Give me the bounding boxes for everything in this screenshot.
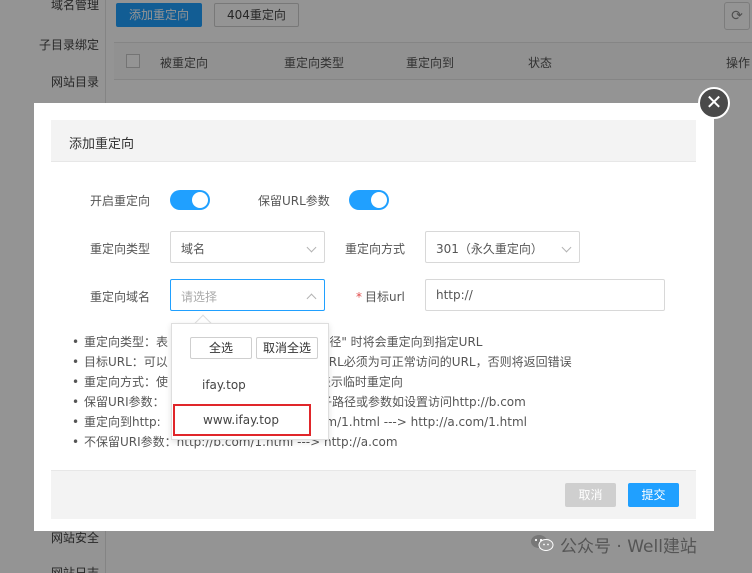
toggle-knob — [371, 192, 387, 208]
toggle-knob — [192, 192, 208, 208]
close-icon[interactable]: ✕ — [698, 87, 730, 119]
help-tail-text: /b.com/1.html ---> http://a.com/1.html — [296, 415, 527, 429]
target-url-label-text: 目标url — [365, 290, 405, 304]
redirect-method-select[interactable]: 301（永久重定向） — [425, 231, 580, 263]
add-redirect-dialog: 添加重定向 开启重定向 保留URL参数 重定向类型 域名 重定向方式 301（永… — [34, 103, 714, 531]
redirect-method-label: 重定向方式 — [345, 242, 406, 256]
chevron-down-icon — [306, 242, 317, 253]
redirect-domain-label: 重定向域名 — [90, 290, 151, 304]
redirect-domain-select[interactable]: 请选择 — [170, 279, 325, 311]
target-url-label: * 目标url — [356, 288, 405, 305]
redirect-method-value: 301（永久重定向） — [436, 242, 543, 256]
dropdown-option-ifay-top[interactable]: ifay.top — [172, 370, 328, 400]
watermark-text: 公众号 · Well建站 — [560, 537, 697, 557]
enable-redirect-label: 开启重定向 — [90, 194, 151, 208]
redirect-type-select[interactable]: 域名 — [170, 231, 325, 263]
domain-dropdown: 全选 取消全选 ifay.top www.ifay.top — [171, 323, 329, 440]
redirect-type-label: 重定向类型 — [90, 242, 151, 256]
keep-url-params-toggle[interactable] — [349, 190, 389, 210]
help-tail-text: 目标URL必须为可正常访问的URL，否则将返回错误 — [296, 355, 572, 369]
help-tail-text: 带有子路径或参数如设置访问http://b.com — [296, 395, 526, 409]
deselect-all-button[interactable]: 取消全选 — [256, 337, 318, 359]
target-url-input[interactable] — [425, 279, 665, 311]
redirect-type-value: 域名 — [181, 242, 206, 256]
select-all-button[interactable]: 全选 — [190, 337, 252, 359]
dropdown-option-www-ifay-top[interactable]: www.ifay.top — [173, 404, 311, 436]
redirect-domain-placeholder: 请选择 — [181, 290, 218, 304]
chevron-up-icon — [306, 293, 317, 304]
required-mark: * — [356, 290, 362, 304]
keep-url-params-label: 保留URL参数 — [258, 194, 330, 208]
dialog-title: 添加重定向 — [69, 137, 135, 152]
cancel-button[interactable]: 取消 — [565, 483, 616, 507]
submit-button[interactable]: 提交 — [628, 483, 679, 507]
enable-redirect-toggle[interactable] — [170, 190, 210, 210]
dialog-footer: 取消 提交 — [51, 470, 696, 519]
dialog-header: 添加重定向 — [51, 120, 696, 162]
wechat-icon — [531, 535, 554, 551]
chevron-down-icon — [561, 242, 572, 253]
